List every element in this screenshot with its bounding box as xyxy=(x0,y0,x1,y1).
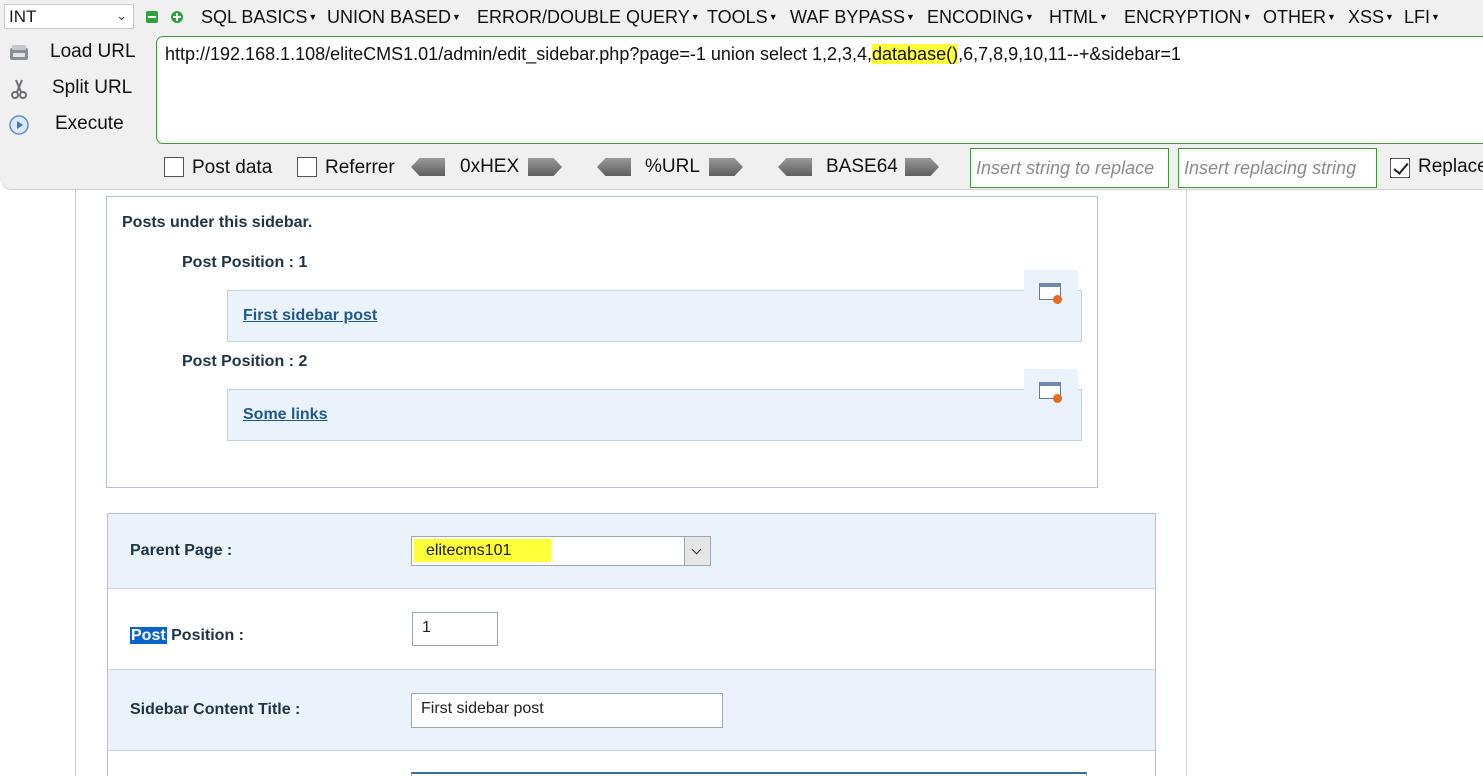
replace-all-checkbox[interactable] xyxy=(1390,158,1410,178)
play-circle-icon xyxy=(9,115,29,135)
parent-page-label: Parent Page : xyxy=(130,542,233,559)
referrer-label: Referrer xyxy=(325,157,395,178)
post-title-link[interactable]: Some links xyxy=(243,406,327,424)
hackbar-toolbar: INT ⌄ SQL BASICS▼ UNION BASED▼ ERROR/DOU… xyxy=(0,0,1483,190)
menu-encryption[interactable]: ENCRYPTION▼ xyxy=(1124,7,1252,28)
posts-heading: Posts under this sidebar. xyxy=(122,214,313,231)
load-url-icon xyxy=(10,45,28,60)
hackbar-menubar: INT ⌄ SQL BASICS▼ UNION BASED▼ ERROR/DOU… xyxy=(0,0,1483,34)
base64-label: BASE64 xyxy=(826,156,898,177)
sidebar-title-input[interactable]: First sidebar post xyxy=(411,693,723,728)
scissors-icon xyxy=(11,79,27,99)
type-select[interactable]: INT ⌄ xyxy=(4,4,134,29)
posts-panel xyxy=(106,196,1098,488)
next-field-input[interactable] xyxy=(411,772,1087,776)
base64-encode-arrow-icon[interactable] xyxy=(905,158,939,176)
parent-page-value: elitecms101 xyxy=(414,539,552,562)
delete-badge-icon xyxy=(1053,394,1062,403)
url-decode-arrow-icon[interactable] xyxy=(597,158,631,176)
chevron-down-icon: ⌄ xyxy=(116,8,127,23)
delete-badge-icon xyxy=(1053,295,1062,304)
post-item xyxy=(227,389,1082,441)
split-url-label: Split URL xyxy=(52,77,133,98)
menu-error-double-query[interactable]: ERROR/DOUBLE QUERY▼ xyxy=(477,7,700,28)
post-data-checkbox[interactable] xyxy=(164,157,184,177)
hex-decode-arrow-icon[interactable] xyxy=(411,158,445,176)
remove-field-icon[interactable] xyxy=(146,11,158,23)
load-url-label: Load URL xyxy=(50,41,136,62)
menu-html[interactable]: HTML▼ xyxy=(1049,7,1108,28)
url-textarea[interactable]: http://192.168.1.108/eliteCMS1.01/admin/… xyxy=(156,36,1483,144)
menu-waf-bypass[interactable]: WAF BYPASS▼ xyxy=(790,7,915,28)
menu-union-based[interactable]: UNION BASED▼ xyxy=(327,7,461,28)
selected-text: Post xyxy=(130,627,167,644)
post-data-label: Post data xyxy=(192,157,273,178)
post-position-field-label: Post Position : xyxy=(130,627,244,644)
referrer-checkbox[interactable] xyxy=(297,157,317,177)
replace-string-input[interactable]: Insert string to replace xyxy=(970,148,1169,188)
url-encoding-label: %URL xyxy=(645,156,700,177)
execute-button[interactable]: Execute xyxy=(8,110,148,140)
form-row-post-position xyxy=(108,589,1155,669)
url-text-highlight: database() xyxy=(872,44,959,64)
load-url-button[interactable]: Load URL xyxy=(8,38,148,68)
menu-encoding[interactable]: ENCODING▼ xyxy=(927,7,1034,28)
menu-other[interactable]: OTHER▼ xyxy=(1263,7,1336,28)
post-title-link[interactable]: First sidebar post xyxy=(243,307,377,325)
replace-all-label: Replace All xyxy=(1418,156,1483,177)
menu-sql-basics[interactable]: SQL BASICS▼ xyxy=(201,7,317,28)
post-position-label: Post Position : 1 xyxy=(182,254,308,271)
menu-tools[interactable]: TOOLS▼ xyxy=(707,7,778,28)
split-url-button[interactable]: Split URL xyxy=(8,74,148,104)
url-encode-arrow-icon[interactable] xyxy=(709,158,743,176)
type-select-value: INT xyxy=(9,7,37,26)
hex-label: 0xHEX xyxy=(460,156,520,177)
hex-encode-arrow-icon[interactable] xyxy=(528,158,562,176)
execute-label: Execute xyxy=(55,113,124,134)
sidebar-title-label: Sidebar Content Title : xyxy=(130,701,301,718)
url-text-start: http://192.168.1.108/eliteCMS1.01/admin/… xyxy=(165,44,873,64)
menu-xss[interactable]: XSS▼ xyxy=(1348,7,1394,28)
add-field-icon[interactable] xyxy=(171,11,183,23)
parent-page-select[interactable]: elitecms101 xyxy=(411,536,711,566)
post-position-input[interactable]: 1 xyxy=(412,612,498,646)
base64-decode-arrow-icon[interactable] xyxy=(778,158,812,176)
chevron-down-icon[interactable] xyxy=(684,537,710,565)
url-text-end: ,6,7,8,9,10,11--+&sidebar=1 xyxy=(958,44,1181,64)
replacing-string-input[interactable]: Insert replacing string xyxy=(1178,148,1377,188)
post-position-label: Post Position : 2 xyxy=(182,353,308,370)
menu-lfi[interactable]: LFI▼ xyxy=(1404,7,1440,28)
